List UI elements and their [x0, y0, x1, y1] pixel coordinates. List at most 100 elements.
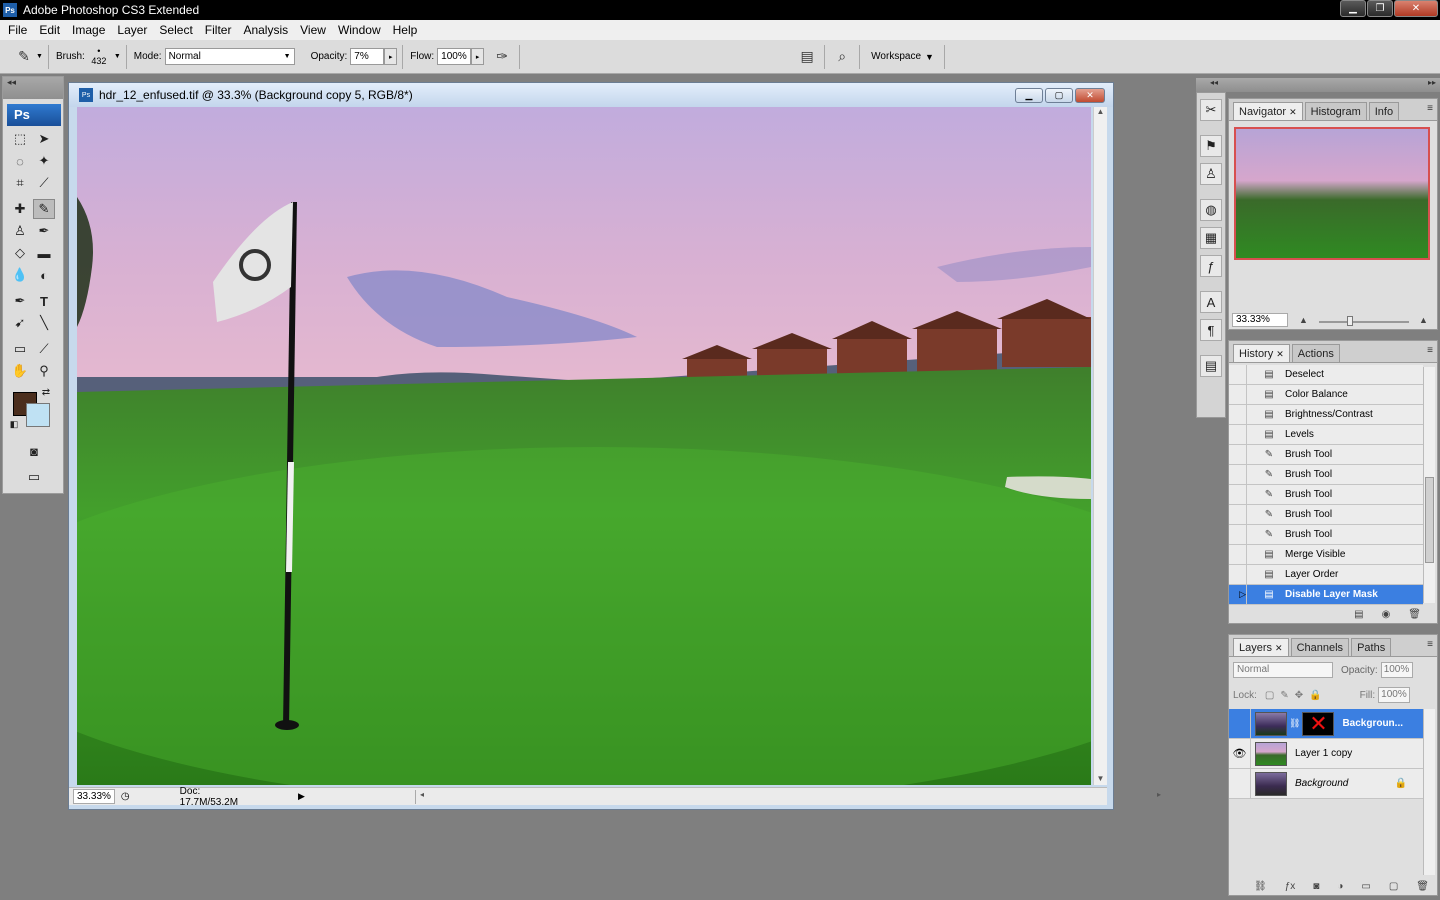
- tool-preset-dropdown-icon[interactable]: ▼: [36, 53, 43, 60]
- opacity-input[interactable]: 7%: [350, 48, 385, 65]
- snapshot-source-checkbox[interactable]: [1229, 445, 1247, 464]
- trash-icon[interactable]: 🗑: [1408, 609, 1421, 620]
- navigator-zoom-input[interactable]: 33.33%: [1232, 313, 1288, 327]
- new-layer-icon[interactable]: ▢: [1389, 881, 1398, 892]
- snapshot-source-checkbox[interactable]: [1229, 485, 1247, 504]
- blend-mode-select[interactable]: Normal: [1233, 662, 1333, 678]
- dodge-tool-icon[interactable]: ◐: [33, 265, 55, 285]
- eye-icon[interactable]: 👁: [1229, 739, 1251, 768]
- slider-thumb[interactable]: [1347, 316, 1353, 326]
- history-item[interactable]: ✎ Brush Tool: [1229, 525, 1423, 545]
- vertical-scrollbar[interactable]: ▲ ▼: [1093, 107, 1107, 785]
- styles-panel-icon[interactable]: ƒ: [1200, 255, 1222, 277]
- color-panel-icon[interactable]: ◍: [1200, 199, 1222, 221]
- snapshot-source-checkbox[interactable]: [1229, 545, 1247, 564]
- close-tab-icon[interactable]: ✕: [1276, 349, 1284, 359]
- menu-help[interactable]: Help: [387, 23, 424, 37]
- menu-edit[interactable]: Edit: [33, 23, 66, 37]
- trash-icon[interactable]: 🗑: [1416, 881, 1429, 892]
- opacity-slider-button[interactable]: ▸: [384, 48, 398, 65]
- status-info-icon[interactable]: ◷: [121, 791, 130, 802]
- history-item[interactable]: ▤ Merge Visible: [1229, 545, 1423, 565]
- tool-preset-brush-icon[interactable]: ✎: [12, 45, 36, 69]
- doc-minimize-button[interactable]: ▁: [1015, 88, 1043, 103]
- menu-select[interactable]: Select: [153, 23, 198, 37]
- brush-dropdown-icon[interactable]: ▼: [114, 53, 121, 60]
- menu-window[interactable]: Window: [332, 23, 387, 37]
- history-item[interactable]: ✎ Brush Tool: [1229, 465, 1423, 485]
- lock-all-icon[interactable]: 🔒: [1309, 690, 1321, 701]
- lock-position-icon[interactable]: ✥: [1295, 690, 1303, 701]
- snapshot-source-checkbox[interactable]: [1229, 425, 1247, 444]
- tab-info[interactable]: Info: [1368, 102, 1400, 120]
- doc-maximize-button[interactable]: ▢: [1045, 88, 1073, 103]
- clone-source-icon[interactable]: ♙: [1200, 163, 1222, 185]
- panel-menu-icon[interactable]: ≡: [1427, 639, 1433, 650]
- clone-stamp-tool-icon[interactable]: ♙: [9, 221, 31, 241]
- history-item-selected[interactable]: ▷ ▤ Disable Layer Mask: [1229, 585, 1423, 605]
- layer-style-fx-icon[interactable]: ƒx: [1285, 881, 1296, 892]
- zoom-tool-icon[interactable]: ⚲: [33, 361, 55, 381]
- tool-presets-icon[interactable]: ✂: [1200, 99, 1222, 121]
- snapshot-source-checkbox[interactable]: [1229, 465, 1247, 484]
- snapshot-source-checkbox[interactable]: [1229, 505, 1247, 524]
- pen-tool-icon[interactable]: ✒: [9, 291, 31, 311]
- lock-image-icon[interactable]: ✎: [1280, 690, 1288, 701]
- history-item[interactable]: ▤ Color Balance: [1229, 385, 1423, 405]
- close-tab-icon[interactable]: ✕: [1275, 643, 1283, 653]
- layer-visibility-toggle[interactable]: [1229, 709, 1251, 738]
- tab-navigator[interactable]: Navigator ✕: [1233, 102, 1303, 120]
- palette-well-icon[interactable]: ▤: [795, 45, 819, 69]
- history-item[interactable]: ✎ Brush Tool: [1229, 445, 1423, 465]
- path-selection-tool-icon[interactable]: ➹: [9, 313, 31, 333]
- history-scrollbar[interactable]: [1423, 367, 1435, 603]
- collapse-dock-icon[interactable]: ◂◂: [1210, 78, 1218, 87]
- slice-tool-icon[interactable]: ⟋: [33, 173, 55, 193]
- menu-analysis[interactable]: Analysis: [237, 23, 294, 37]
- status-menu-arrow-icon[interactable]: ▶: [298, 791, 305, 802]
- history-item[interactable]: ✎ Brush Tool: [1229, 505, 1423, 525]
- airbrush-icon[interactable]: ✑: [490, 45, 514, 69]
- flow-input[interactable]: 100%: [437, 48, 472, 65]
- layer-visibility-toggle[interactable]: [1229, 769, 1251, 798]
- default-colors-icon[interactable]: ◧: [7, 417, 21, 431]
- move-tool-icon[interactable]: ➤: [33, 129, 55, 149]
- tab-layers[interactable]: Layers ✕: [1233, 638, 1289, 656]
- tab-actions[interactable]: Actions: [1291, 344, 1340, 362]
- layer-row[interactable]: 👁 Layer 1 copy: [1229, 739, 1423, 769]
- close-tab-icon[interactable]: ✕: [1289, 107, 1297, 117]
- mode-select[interactable]: Normal ▼: [164, 48, 295, 65]
- menu-file[interactable]: File: [2, 23, 33, 37]
- close-button[interactable]: ✕: [1394, 0, 1438, 17]
- scroll-up-icon[interactable]: ▲: [1094, 107, 1107, 116]
- layer-row[interactable]: ⛓ ✕ Backgroun...: [1229, 709, 1423, 739]
- link-layers-icon[interactable]: ⛓: [1254, 881, 1267, 892]
- panel-menu-icon[interactable]: ≡: [1427, 103, 1433, 114]
- adjustment-layer-icon[interactable]: ◑: [1337, 881, 1343, 892]
- zoom-in-icon[interactable]: ▲: [1419, 315, 1428, 325]
- panel-menu-icon[interactable]: ≡: [1427, 345, 1433, 356]
- image-canvas[interactable]: [77, 107, 1091, 785]
- navigator-zoom-slider[interactable]: [1319, 316, 1409, 326]
- toolbox-header[interactable]: ◂◂: [3, 77, 63, 99]
- history-item[interactable]: ▤ Levels: [1229, 425, 1423, 445]
- navigator-preview[interactable]: [1234, 127, 1430, 260]
- lock-transparent-icon[interactable]: ▢: [1265, 690, 1274, 701]
- healing-brush-tool-icon[interactable]: ✚: [9, 199, 31, 219]
- swap-colors-icon[interactable]: ⇄: [39, 385, 53, 399]
- bridge-icon[interactable]: ⌕: [830, 45, 854, 69]
- crop-tool-icon[interactable]: ⌗: [9, 173, 31, 193]
- scrollbar-thumb[interactable]: [1425, 477, 1434, 563]
- line-tool-icon[interactable]: ╲: [33, 313, 55, 333]
- mask-link-icon[interactable]: ⛓: [1289, 718, 1300, 729]
- brushes-panel-icon[interactable]: ⚑: [1200, 135, 1222, 157]
- quick-mask-icon[interactable]: ◙: [23, 441, 45, 461]
- snapshot-source-checkbox[interactable]: [1229, 565, 1247, 584]
- create-snapshot-icon[interactable]: ◉: [1382, 609, 1391, 620]
- eraser-tool-icon[interactable]: ◇: [9, 243, 31, 263]
- minimize-button[interactable]: ▁: [1340, 0, 1366, 17]
- history-item[interactable]: ▤ Brightness/Contrast: [1229, 405, 1423, 425]
- lasso-tool-icon[interactable]: ◌: [9, 151, 31, 171]
- expand-dock-icon[interactable]: ▸▸: [1428, 78, 1436, 87]
- flow-slider-button[interactable]: ▸: [471, 48, 485, 65]
